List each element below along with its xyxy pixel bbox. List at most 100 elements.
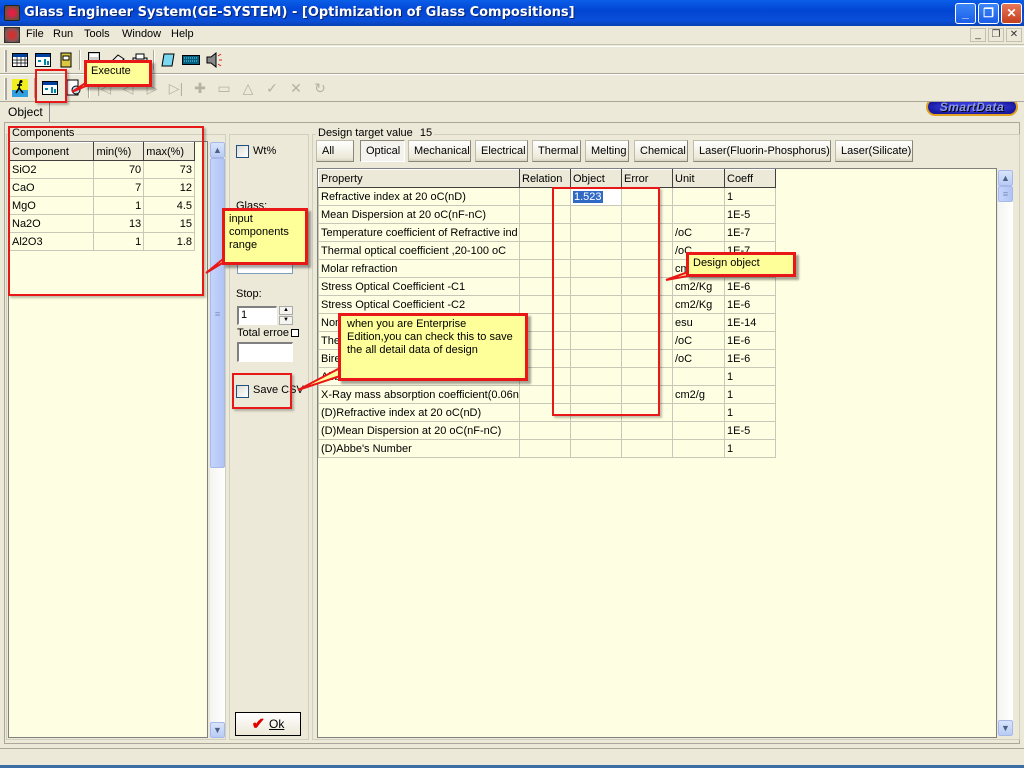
column-header-coeff[interactable]: Coeff [724, 169, 776, 188]
column-header-property[interactable]: Property [318, 169, 520, 188]
category-all[interactable]: All [316, 140, 354, 162]
up-icon[interactable]: △ [238, 78, 258, 98]
column-header-error[interactable]: Error [621, 169, 673, 188]
coeff-cell[interactable]: 1 [724, 385, 776, 404]
menu-window[interactable]: Window [119, 28, 164, 40]
unit-cell[interactable] [672, 187, 725, 206]
design-row[interactable]: Mean Dispersion at 20 oC(nF-nC) 1E-5 [318, 205, 776, 224]
category-mechanical[interactable]: Mechanical [408, 140, 471, 162]
property-cell[interactable]: Molar refraction [318, 259, 520, 278]
column-header-unit[interactable]: Unit [672, 169, 725, 188]
close-button[interactable]: ✕ [1001, 3, 1022, 24]
keyboard-icon[interactable] [181, 50, 201, 70]
column-header-object[interactable]: Object [570, 169, 622, 188]
relation-cell[interactable] [519, 439, 571, 458]
add-icon[interactable]: ✚ [190, 78, 210, 98]
category-optical[interactable]: Optical [360, 140, 405, 162]
restore-button[interactable]: ❐ [978, 3, 999, 24]
property-cell[interactable]: Stress Optical Coefficient -C2 [318, 295, 520, 314]
spin-down-icon[interactable]: ▼ [279, 316, 293, 325]
coeff-cell[interactable]: 1 [724, 367, 776, 386]
coeff-cell[interactable]: 1E-6 [724, 349, 776, 368]
design-row[interactable]: Stress Optical Coefficient -C2 cm2/Kg 1E-6 [318, 295, 776, 314]
property-cell[interactable]: (D)Refractive index at 20 oC(nD) [318, 403, 520, 422]
category-chemical[interactable]: Chemical [634, 140, 688, 162]
table-icon[interactable] [10, 50, 30, 70]
unit-cell[interactable] [672, 403, 725, 422]
database-icon[interactable] [56, 50, 76, 70]
unit-cell[interactable]: /oC [672, 331, 725, 350]
total-error-checkbox[interactable] [291, 329, 299, 337]
relation-cell[interactable] [519, 421, 571, 440]
unit-cell[interactable]: /oC [672, 223, 725, 242]
design-row[interactable]: X-Ray mass absorption coefficient(0.06nr… [318, 385, 776, 404]
unit-cell[interactable]: /oC [672, 349, 725, 368]
design-scrollbar[interactable]: ▲ ≡ ▼ [997, 170, 1013, 736]
mdi-minimize-button[interactable]: _ [970, 28, 986, 42]
unit-cell[interactable]: cm2/Kg [672, 295, 725, 314]
error-cell[interactable] [621, 421, 673, 440]
toolbar-grip[interactable] [4, 50, 7, 72]
unit-cell[interactable] [672, 205, 725, 224]
notepad-icon[interactable] [158, 50, 178, 70]
coeff-cell[interactable]: 1 [724, 439, 776, 458]
menu-tools[interactable]: Tools [81, 28, 113, 40]
cancel-icon[interactable]: ✕ [286, 78, 306, 98]
object-cell[interactable] [570, 439, 622, 458]
ok-button[interactable]: ✔ Ok [235, 712, 301, 736]
last-icon[interactable]: ▷| [166, 78, 186, 98]
unit-cell[interactable]: cm2/Kg [672, 277, 725, 296]
spin-up-icon[interactable]: ▲ [279, 306, 293, 315]
category-laser-fluorin-phosphorus[interactable]: Laser(Fluorin-Phosphorus) [693, 140, 831, 162]
unit-cell[interactable] [672, 367, 725, 386]
design-row[interactable]: Refractive index at 20 oC(nD) 1.523 1 [318, 187, 776, 206]
scroll-thumb[interactable]: ≡ [998, 186, 1013, 202]
document-icon[interactable] [4, 27, 20, 43]
coeff-cell[interactable]: 1E-5 [724, 205, 776, 224]
stop-spinner[interactable]: ▲ ▼ [279, 306, 293, 325]
unit-cell[interactable]: cm2/g [672, 385, 725, 404]
scroll-down-icon[interactable]: ▼ [210, 722, 225, 738]
unit-cell[interactable] [672, 439, 725, 458]
property-cell[interactable]: (D)Abbe's Number [318, 439, 520, 458]
remove-icon[interactable]: ▭ [214, 78, 234, 98]
menu-file[interactable]: File [23, 28, 47, 40]
coeff-cell[interactable]: 1E-5 [724, 421, 776, 440]
total-error-input[interactable] [237, 342, 293, 362]
scroll-up-icon[interactable]: ▲ [998, 170, 1013, 186]
coeff-cell[interactable]: 1E-14 [724, 313, 776, 332]
property-cell[interactable]: Stress Optical Coefficient -C1 [318, 277, 520, 296]
scroll-thumb[interactable]: ≡ [210, 158, 225, 468]
coeff-cell[interactable]: 1 [724, 187, 776, 206]
property-cell[interactable]: (D)Mean Dispersion at 20 oC(nF-nC) [318, 421, 520, 440]
category-thermal[interactable]: Thermal [532, 140, 581, 162]
coeff-cell[interactable]: 1E-6 [724, 331, 776, 350]
preview-icon[interactable] [64, 78, 84, 98]
object-cell[interactable] [570, 421, 622, 440]
runner-icon[interactable] [10, 78, 30, 98]
category-laser-silicate[interactable]: Laser(Silicate) [835, 140, 913, 162]
unit-cell[interactable] [672, 421, 725, 440]
coeff-cell[interactable]: 1 [724, 403, 776, 422]
category-electrical[interactable]: Electrical [475, 140, 528, 162]
refresh-icon[interactable]: ↻ [310, 78, 330, 98]
menu-help[interactable]: Help [168, 28, 197, 40]
unit-cell[interactable]: esu [672, 313, 725, 332]
coeff-cell[interactable]: 1E-6 [724, 295, 776, 314]
wt-percent-checkbox[interactable] [236, 145, 249, 158]
stop-input[interactable]: 1 [237, 306, 277, 325]
design-row[interactable]: Stress Optical Coefficient -C1 cm2/Kg 1E-6 [318, 277, 776, 296]
coeff-cell[interactable]: 1E-7 [724, 223, 776, 242]
mdi-restore-button[interactable]: ❐ [988, 28, 1004, 42]
property-cell[interactable]: X-Ray mass absorption coefficient(0.06nr [318, 385, 520, 404]
toolbar-grip[interactable] [4, 78, 7, 100]
check-icon[interactable]: ✓ [262, 78, 282, 98]
menu-run[interactable]: Run [50, 28, 76, 40]
design-row[interactable]: (D)Abbe's Number 1 [318, 439, 776, 458]
coeff-cell[interactable]: 1E-6 [724, 277, 776, 296]
tab-object[interactable]: Object [2, 103, 50, 122]
minimize-button[interactable]: _ [955, 3, 976, 24]
design-row[interactable]: Temperature coefficient of Refractive in… [318, 223, 776, 242]
category-melting[interactable]: Melting [585, 140, 629, 162]
speaker-icon[interactable] [204, 50, 224, 70]
